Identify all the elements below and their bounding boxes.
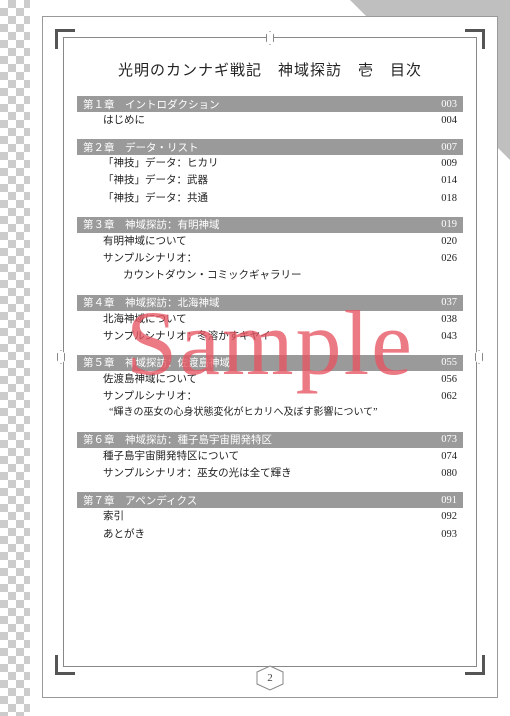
- toc-row-page: 018: [427, 191, 457, 206]
- toc-row-page: 014: [427, 173, 457, 188]
- toc-row-label: 「神技」データ：武器: [103, 173, 427, 188]
- toc-row-page: 020: [427, 234, 457, 249]
- toc-row-label: サンプルシナリオ：: [103, 389, 427, 404]
- section-bar-label: 第２章 データ・リスト: [83, 140, 441, 155]
- toc-section: 第７章 アペンディクス091索引092あとがき093: [77, 492, 463, 542]
- section-bar: 第６章 神域探訪：種子島宇宙開発特区073: [77, 432, 463, 448]
- toc-row: サンプルシナリオ：巫女の光は全て輝き080: [77, 465, 463, 482]
- toc-row-label: サンプルシナリオ：冬溶かすキヤイ: [103, 329, 427, 344]
- toc-row: 北海神域について038: [77, 311, 463, 328]
- toc-section: 第５章 神域探訪：佐渡島神域055佐渡島神域について056サンプルシナリオ：06…: [77, 355, 463, 422]
- toc-row-page: 074: [427, 449, 457, 464]
- toc-row-page: 038: [427, 312, 457, 327]
- toc-row-label: サンプルシナリオ：: [103, 251, 427, 266]
- section-bar-label: 第７章 アペンディクス: [83, 493, 441, 508]
- section-bar-label: 第４章 神域探訪：北海神域: [83, 295, 441, 310]
- toc-row: あとがき093: [77, 526, 463, 543]
- toc-row-page: [427, 406, 457, 421]
- section-bar: 第５章 神域探訪：佐渡島神域055: [77, 355, 463, 371]
- section-bar: 第３章 神域探訪：有明神域019: [77, 217, 463, 233]
- corner-bracket-bl: [55, 655, 75, 675]
- document-page: 光明のカンナギ戦記 神域探訪 壱 目次 第１章 イントロダクション003はじめに…: [42, 16, 498, 698]
- section-bar-page: 055: [441, 357, 457, 368]
- page-title: 光明のカンナギ戦記 神域探訪 壱 目次: [77, 59, 463, 80]
- toc-row: サンプルシナリオ：冬溶かすキヤイ043: [77, 328, 463, 345]
- section-bar-label: 第６章 神域探訪：種子島宇宙開発特区: [83, 432, 441, 447]
- section-bar-page: 037: [441, 297, 457, 308]
- section-bar: 第１章 イントロダクション003: [77, 96, 463, 112]
- section-bar-page: 091: [441, 495, 457, 506]
- toc-row-label: あとがき: [103, 527, 427, 542]
- section-bar: 第７章 アペンディクス091: [77, 492, 463, 508]
- toc-row-label: 佐渡島神域について: [103, 372, 427, 387]
- toc-row-page: 026: [427, 251, 457, 266]
- toc-row: 索引092: [77, 508, 463, 525]
- toc-row-label: サンプルシナリオ：巫女の光は全て輝き: [103, 466, 427, 481]
- corner-bracket-tr: [465, 29, 485, 49]
- page-number: 2: [267, 672, 273, 684]
- corner-bracket-br: [465, 655, 485, 675]
- page-number-wrap: 2: [255, 665, 285, 691]
- toc-row-page: 009: [427, 156, 457, 171]
- section-bar-label: 第５章 神域探訪：佐渡島神域: [83, 355, 441, 370]
- page-number-hexagon: 2: [255, 665, 285, 691]
- toc-row-label: 「神技」データ：共通: [103, 191, 427, 206]
- toc-row-label: 有明神域について: [103, 234, 427, 249]
- toc-row-page: 092: [427, 509, 457, 524]
- toc-row-page: [427, 268, 457, 283]
- section-bar: 第２章 データ・リスト007: [77, 139, 463, 155]
- toc-section: 第６章 神域探訪：種子島宇宙開発特区073種子島宇宙開発特区について074サンプ…: [77, 432, 463, 482]
- section-bar-label: 第１章 イントロダクション: [83, 97, 441, 112]
- toc-row-label: 北海神域について: [103, 312, 427, 327]
- section-bar-label: 第３章 神域探訪：有明神域: [83, 217, 441, 232]
- toc-row-page: 093: [427, 527, 457, 542]
- toc-row-page: 080: [427, 466, 457, 481]
- toc-row: “輝きの巫女の心身状態変化がヒカリへ及ぼす影響について”: [77, 405, 463, 422]
- toc-row: サンプルシナリオ：026: [77, 250, 463, 267]
- toc-row: 有明神域について020: [77, 233, 463, 250]
- toc-row-label: はじめに: [103, 113, 427, 128]
- toc-row-label: 「神技」データ：ヒカリ: [103, 156, 427, 171]
- toc-row-page: 056: [427, 372, 457, 387]
- toc-row: 佐渡島神域について056: [77, 371, 463, 388]
- toc-row: 「神技」データ：ヒカリ009: [77, 155, 463, 172]
- toc-row: カウントダウン・コミックギャラリー: [77, 267, 463, 284]
- section-bar-page: 007: [441, 142, 457, 153]
- section-bar-page: 073: [441, 434, 457, 445]
- toc-section: 第２章 データ・リスト007「神技」データ：ヒカリ009「神技」データ：武器01…: [77, 139, 463, 207]
- toc-content: 光明のカンナギ戦記 神域探訪 壱 目次 第１章 イントロダクション003はじめに…: [77, 51, 463, 649]
- toc-row: サンプルシナリオ：062: [77, 388, 463, 405]
- toc-row: 「神技」データ：共通018: [77, 190, 463, 207]
- transparency-checker: [0, 0, 30, 716]
- toc-section: 第４章 神域探訪：北海神域037北海神域について038サンプルシナリオ：冬溶かす…: [77, 295, 463, 345]
- toc-row: はじめに004: [77, 112, 463, 129]
- section-bar-page: 003: [441, 99, 457, 110]
- toc-row-label: 種子島宇宙開発特区について: [103, 449, 427, 464]
- toc-section: 第１章 イントロダクション003はじめに004: [77, 96, 463, 129]
- section-bar-page: 019: [441, 219, 457, 230]
- toc-row: 「神技」データ：武器014: [77, 172, 463, 189]
- toc-section: 第３章 神域探訪：有明神域019有明神域について020サンプルシナリオ：026カ…: [77, 217, 463, 285]
- toc-row-page: 043: [427, 329, 457, 344]
- toc-row-page: 062: [427, 389, 457, 404]
- toc-row-label: 索引: [103, 509, 427, 524]
- toc-row-label: カウントダウン・コミックギャラリー: [123, 268, 427, 283]
- toc-row-page: 004: [427, 113, 457, 128]
- corner-bracket-tl: [55, 29, 75, 49]
- toc-row-label: “輝きの巫女の心身状態変化がヒカリへ及ぼす影響について”: [109, 406, 427, 421]
- section-bar: 第４章 神域探訪：北海神域037: [77, 295, 463, 311]
- toc-row: 種子島宇宙開発特区について074: [77, 448, 463, 465]
